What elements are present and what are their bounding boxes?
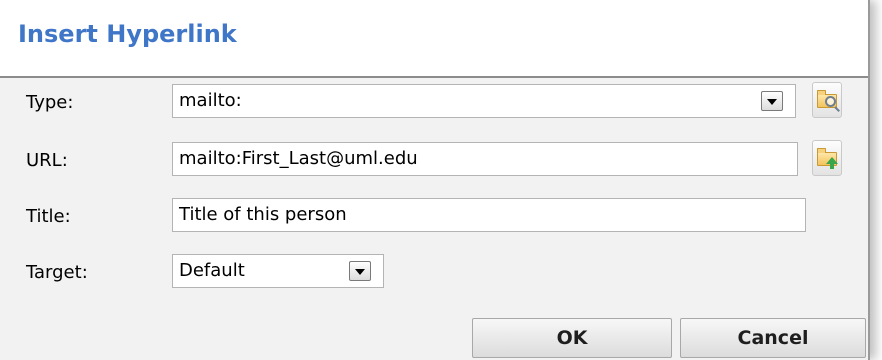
title-input[interactable]: Title of this person xyxy=(172,198,806,232)
upload-button[interactable] xyxy=(812,140,842,176)
type-dropdown-arrow-icon[interactable] xyxy=(761,91,783,111)
title-label: Title: xyxy=(26,206,71,227)
title-input-value: Title of this person xyxy=(179,204,347,225)
cancel-button[interactable]: Cancel xyxy=(680,318,866,358)
ok-button[interactable]: OK xyxy=(472,318,672,358)
target-label: Target: xyxy=(26,262,88,283)
url-input-value: mailto:First_Last@uml.edu xyxy=(179,148,418,169)
type-label: Type: xyxy=(26,92,74,113)
browse-button[interactable] xyxy=(812,82,842,118)
target-select-value: Default xyxy=(179,260,245,281)
magnifier-icon xyxy=(825,96,836,107)
dialog-titlebar: Insert Hyperlink xyxy=(0,0,868,78)
url-label: URL: xyxy=(26,150,68,171)
insert-hyperlink-dialog: Insert Hyperlink Type: mailto: URL: mail… xyxy=(0,0,870,360)
type-select[interactable]: mailto: xyxy=(172,84,796,118)
url-input[interactable]: mailto:First_Last@uml.edu xyxy=(172,142,798,176)
type-select-value: mailto: xyxy=(179,90,242,111)
target-dropdown-arrow-icon[interactable] xyxy=(349,261,371,281)
target-select[interactable]: Default xyxy=(172,254,384,288)
dialog-title: Insert Hyperlink xyxy=(18,20,237,48)
upload-arrow-icon xyxy=(826,157,838,169)
